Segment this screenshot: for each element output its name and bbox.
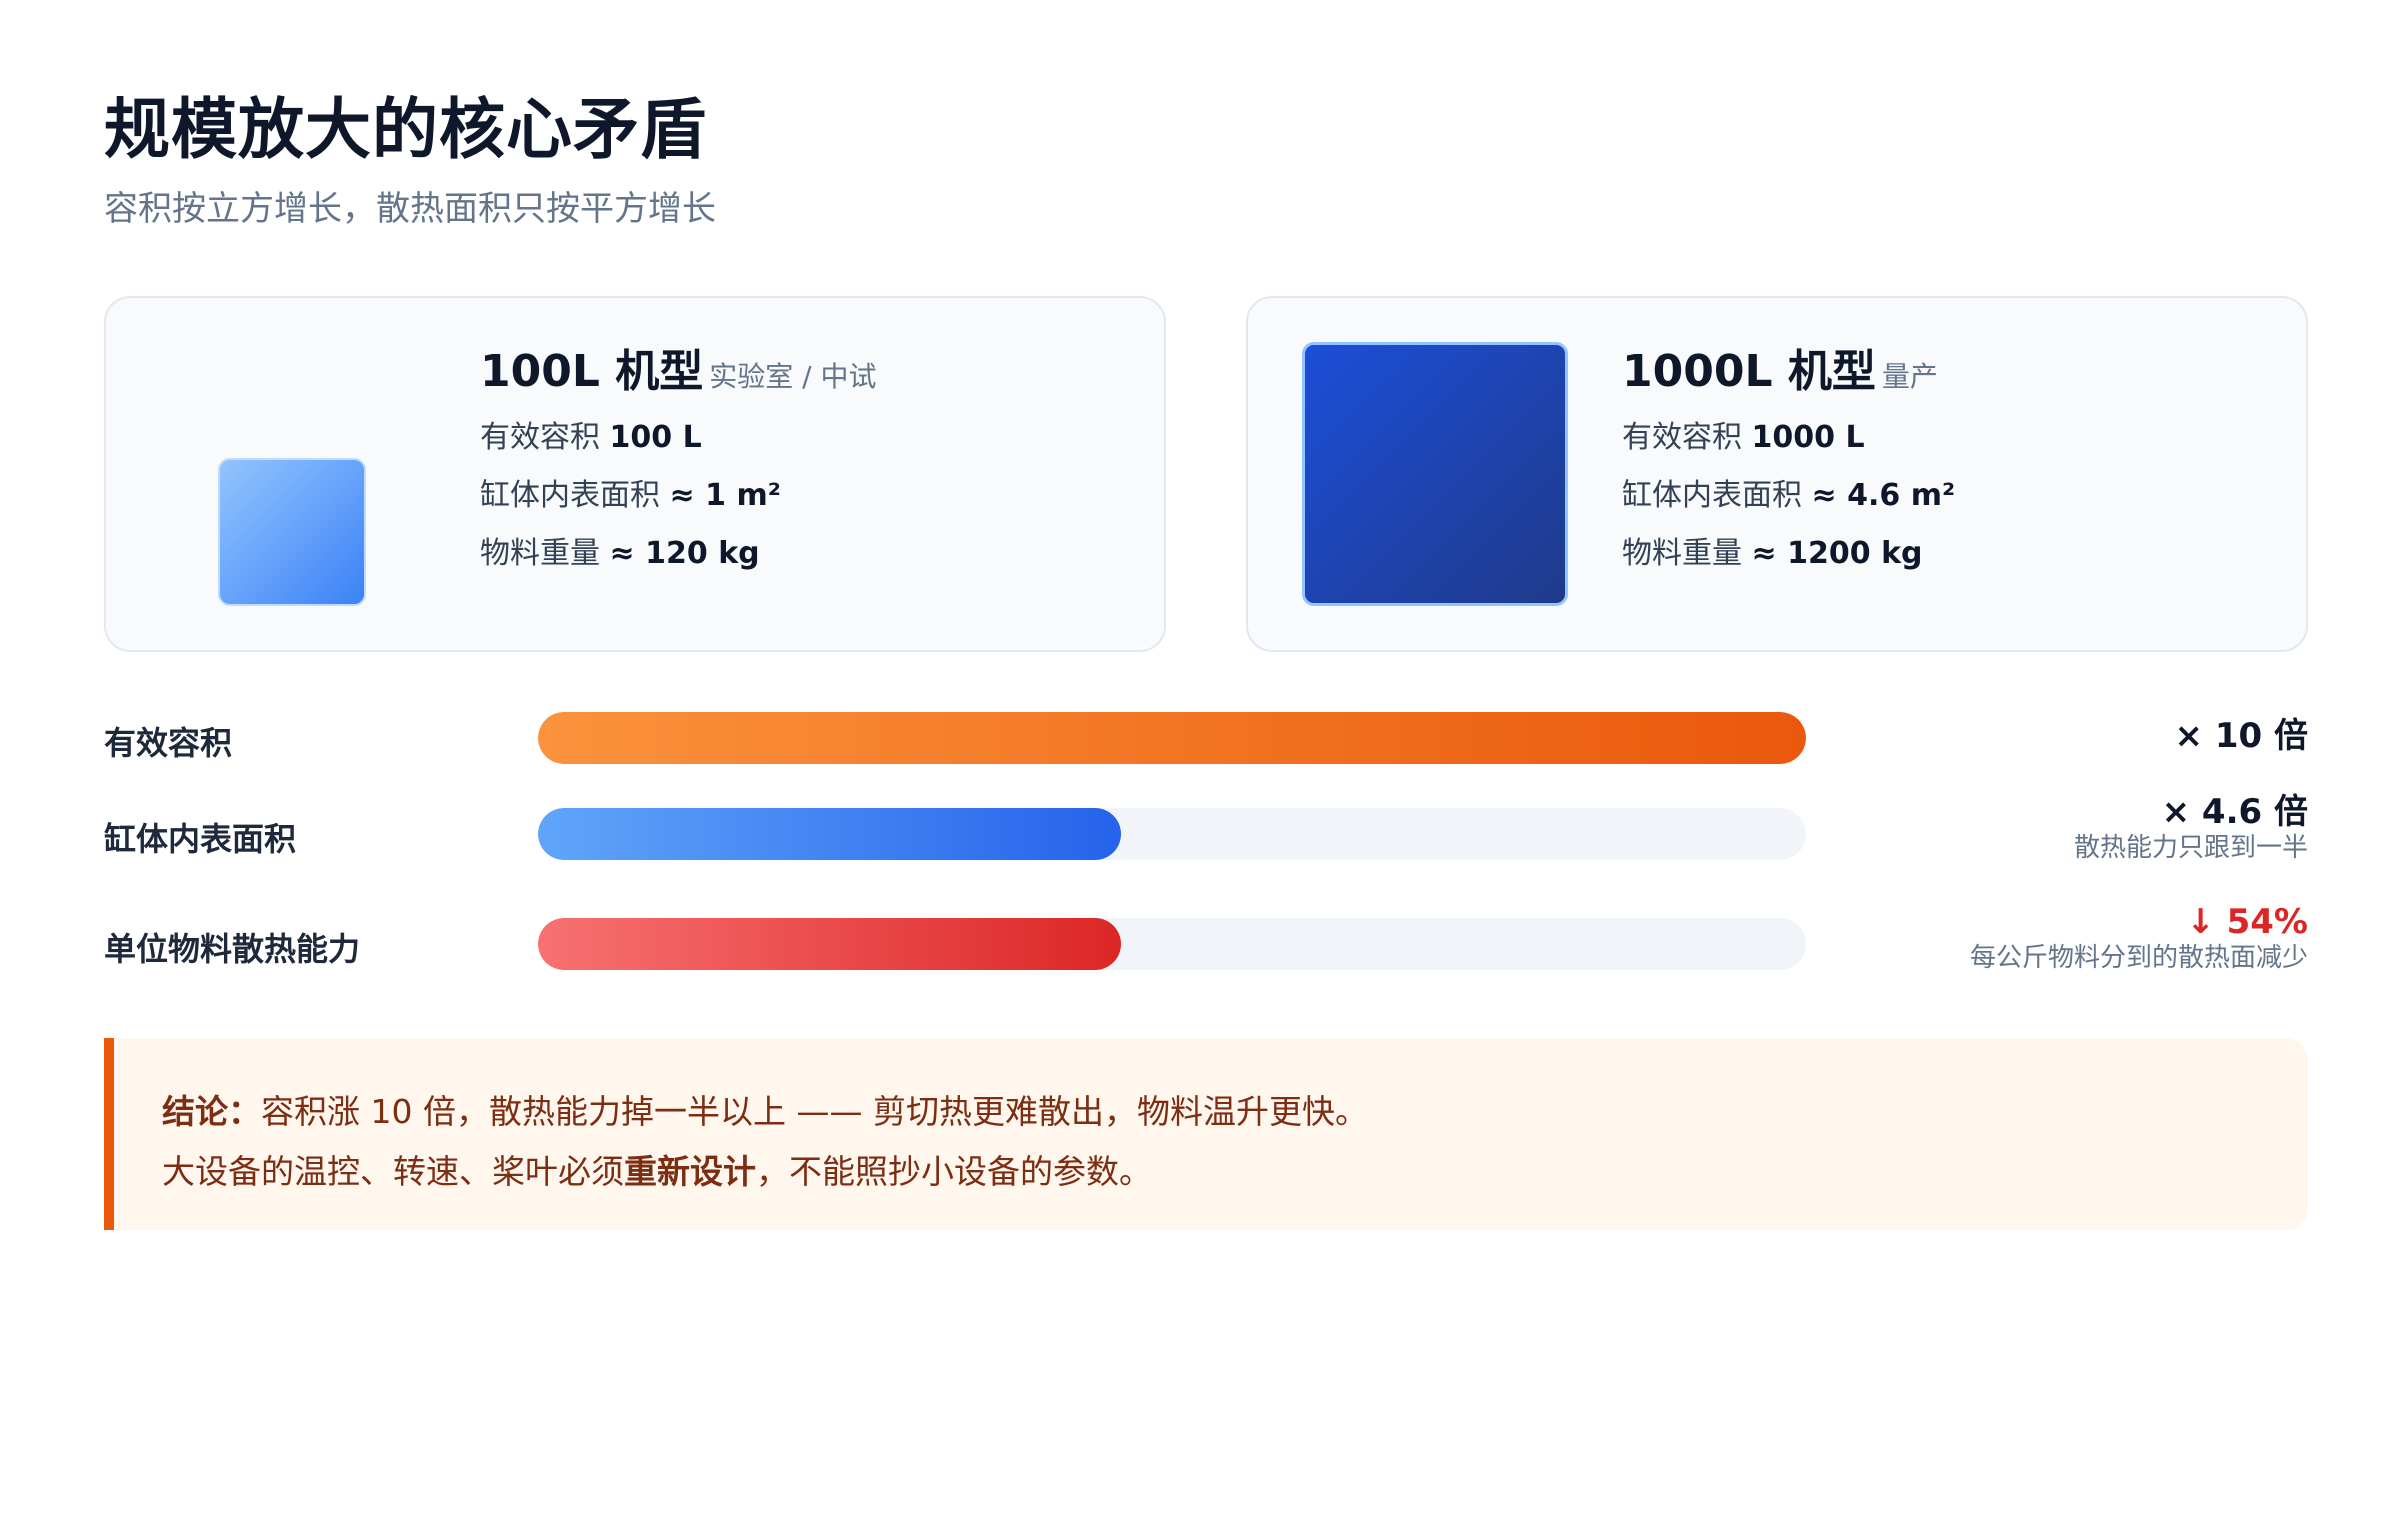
conclusion-emphasis: 重新设计: [624, 1152, 756, 1191]
row-label: 缸体内表面积: [104, 820, 297, 858]
card-100l: 100L 机型 实验室 / 中试 有效容积 100 L 缸体内表面积 ≈ 1 m²…: [104, 296, 1166, 652]
card-tag: 实验室 / 中试: [709, 360, 877, 393]
ratio-value: ↓ 54%: [2186, 902, 2308, 942]
ratio-note: 每公斤物料分到的散热面减少: [1969, 943, 2308, 973]
bar-track: [538, 918, 1806, 970]
bar-fill-volume: [538, 712, 1806, 764]
ratio-note: 散热能力只跟到一半: [2073, 833, 2308, 863]
card-tag: 量产: [1881, 360, 1938, 393]
spec-surface-area: 缸体内表面积 ≈ 1 m²: [480, 478, 781, 514]
spec-surface-area: 缸体内表面积 ≈ 4.6 m²: [1622, 478, 1956, 514]
ratio-value: × 4.6 倍: [2161, 792, 2308, 832]
conclusion-line-2: 大设备的温控、转速、桨叶必须重新设计，不能照抄小设备的参数。: [162, 1152, 1152, 1191]
bar-track: [538, 808, 1806, 860]
bar-fill-heat-dissipation: [538, 918, 1122, 970]
small-tank-cube: [218, 458, 366, 606]
bar-track: [538, 712, 1806, 764]
spec-volume: 有效容积 1000 L: [1622, 420, 1865, 456]
conclusion-prefix: 结论：: [162, 1092, 261, 1131]
conclusion-line-1: 结论：容积涨 10 倍，散热能力掉一半以上 —— 剪切热更难散出，物料温升更快。: [162, 1092, 1368, 1131]
card-1000l: 1000L 机型 量产 有效容积 1000 L 缸体内表面积 ≈ 4.6 m² 物…: [1246, 296, 2308, 652]
large-tank-cube: [1302, 342, 1568, 606]
page-subtitle: 容积按立方增长，散热面积只按平方增长: [104, 189, 716, 230]
bar-fill-surface-area: [538, 808, 1122, 860]
card-title: 1000L 机型 量产: [1622, 346, 1938, 397]
row-label: 单位物料散热能力: [104, 930, 361, 968]
page: 规模放大的核心矛盾 容积按立方增长，散热面积只按平方增长 100L 机型 实验室 …: [104, 90, 2308, 1230]
spec-weight: 物料重量 ≈ 120 kg: [480, 536, 760, 572]
ratio-value: × 10 倍: [2174, 716, 2308, 756]
conclusion-box: 结论：容积涨 10 倍，散热能力掉一半以上 —— 剪切热更难散出，物料温升更快。…: [104, 1038, 2308, 1230]
spec-weight: 物料重量 ≈ 1200 kg: [1622, 536, 1923, 572]
page-title: 规模放大的核心矛盾: [104, 91, 707, 168]
spec-volume: 有效容积 100 L: [480, 420, 702, 456]
row-label: 有效容积: [104, 724, 233, 762]
card-title: 100L 机型 实验室 / 中试: [480, 346, 877, 397]
model-cards: 100L 机型 实验室 / 中试 有效容积 100 L 缸体内表面积 ≈ 1 m²…: [104, 296, 2308, 652]
